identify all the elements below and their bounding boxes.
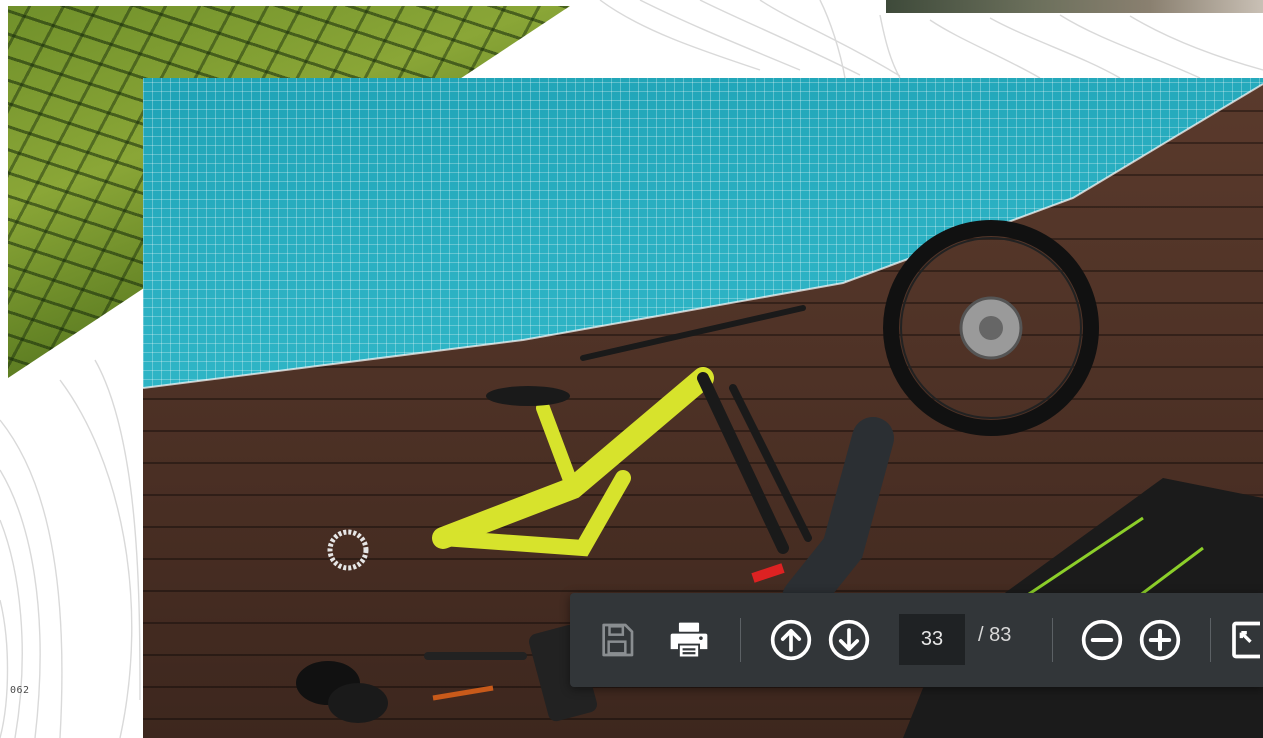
page-number-label: 062 [10, 685, 30, 696]
total-pages-label: / 83 [978, 624, 1012, 646]
toolbar-separator [740, 618, 741, 662]
wheel [883, 220, 1099, 436]
zoom-in-button[interactable] [1136, 616, 1184, 664]
toolbar-separator [1052, 618, 1053, 662]
fit-page-button[interactable] [1230, 616, 1263, 664]
pdf-toolbar: / 83 [570, 593, 1263, 687]
minus-circle-icon [1081, 619, 1123, 661]
fit-page-icon [1232, 621, 1260, 659]
arrow-down-circle-icon [828, 619, 870, 661]
save-button[interactable] [593, 616, 641, 664]
person-leg [782, 417, 894, 619]
plus-circle-icon [1139, 619, 1181, 661]
next-page-button[interactable] [825, 616, 873, 664]
chain [327, 529, 369, 571]
corner-photo [886, 0, 1263, 13]
toolbar-separator [1210, 618, 1211, 662]
previous-page-button[interactable] [767, 616, 815, 664]
print-icon [670, 622, 708, 657]
save-icon [602, 623, 634, 657]
arrow-up-circle-icon [770, 619, 812, 661]
page-number-input[interactable] [899, 614, 965, 665]
zoom-out-button[interactable] [1078, 616, 1126, 664]
print-button[interactable] [665, 616, 713, 664]
